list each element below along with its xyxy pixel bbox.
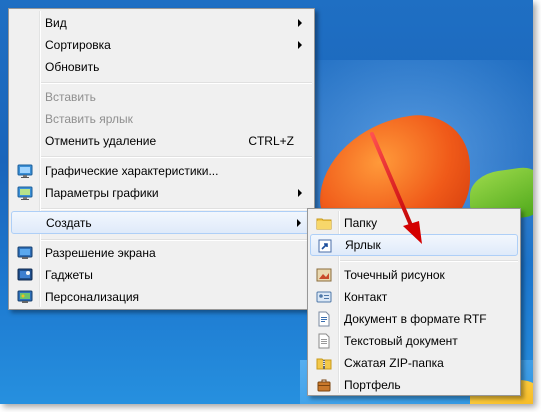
submenu-item-bitmap[interactable]: Точечный рисунок [310, 264, 518, 286]
menu-item-gadgets[interactable]: Гаджеты [11, 264, 312, 286]
text-document-icon [318, 333, 330, 349]
menu-separator [41, 156, 312, 158]
menu-item-personalization[interactable]: Персонализация [11, 286, 312, 308]
submenu-item-folder[interactable]: Папку [310, 212, 518, 234]
menu-item-label: Сжатая ZIP-папка [344, 356, 444, 370]
menu-separator [41, 208, 312, 210]
menu-separator [41, 239, 312, 241]
menu-item-view[interactable]: Вид [11, 12, 312, 34]
menu-item-label: Создать [46, 215, 92, 230]
submenu-item-zip-folder[interactable]: Сжатая ZIP-папка [310, 352, 518, 374]
menu-item-label: Документ в формате RTF [344, 312, 487, 326]
menu-item-label: Вставить [45, 90, 96, 104]
graphics-options-icon [17, 186, 33, 200]
submenu-item-briefcase[interactable]: Портфель [310, 374, 518, 396]
submenu-arrow-icon [298, 189, 302, 197]
menu-item-label: Отменить удаление [45, 134, 157, 148]
menu-separator [340, 260, 518, 262]
submenu-arrow-icon [298, 41, 302, 49]
menu-item-screen-resolution[interactable]: Разрешение экрана [11, 242, 312, 264]
submenu-item-text-document[interactable]: Текстовый документ [310, 330, 518, 352]
menu-item-label: Персонализация [45, 290, 140, 304]
rtf-document-icon [318, 311, 330, 327]
menu-item-label: Параметры графики [45, 186, 159, 200]
menu-item-label: Ярлык [345, 238, 381, 252]
shortcut-text: CTRL+Z [248, 134, 294, 148]
screen-resolution-icon [17, 246, 33, 259]
create-submenu: Папку Ярлык Точечный рисунок Контакт Док… [307, 208, 521, 396]
menu-item-paste: Вставить [11, 86, 312, 108]
shortcut-icon [318, 239, 332, 253]
menu-item-label: Точечный рисунок [344, 268, 445, 282]
graphics-properties-icon [17, 164, 33, 178]
briefcase-icon [317, 379, 331, 392]
submenu-item-shortcut[interactable]: Ярлык [310, 234, 518, 256]
menu-item-undo-delete[interactable]: Отменить удаление CTRL+Z [11, 130, 312, 152]
menu-item-label: Текстовый документ [344, 334, 458, 348]
menu-item-create[interactable]: Создать [11, 211, 312, 234]
menu-item-sort[interactable]: Сортировка [11, 34, 312, 56]
contact-icon [316, 291, 332, 303]
menu-separator [41, 82, 312, 84]
menu-item-label: Вид [45, 16, 67, 30]
menu-item-label: Гаджеты [45, 268, 93, 282]
folder-icon [316, 218, 332, 230]
menu-item-graphics-properties[interactable]: Графические характеристики... [11, 160, 312, 182]
submenu-item-rtf-document[interactable]: Документ в формате RTF [310, 308, 518, 330]
menu-item-label: Сортировка [45, 38, 111, 52]
menu-item-label: Графические характеристики... [45, 164, 219, 178]
submenu-arrow-icon [297, 219, 301, 227]
personalization-icon [17, 290, 33, 303]
menu-item-label: Обновить [45, 60, 100, 74]
menu-item-paste-shortcut: Вставить ярлык [11, 108, 312, 130]
submenu-arrow-icon [298, 19, 302, 27]
menu-item-label: Вставить ярлык [45, 112, 133, 126]
menu-item-graphics-options[interactable]: Параметры графики [11, 182, 312, 204]
gadgets-icon [17, 268, 33, 281]
menu-item-label: Портфель [344, 378, 401, 392]
menu-item-label: Контакт [344, 290, 388, 304]
zip-folder-icon [316, 358, 332, 370]
menu-item-refresh[interactable]: Обновить [11, 56, 312, 78]
bitmap-icon [316, 268, 332, 282]
menu-item-label: Папку [344, 216, 378, 230]
submenu-item-contact[interactable]: Контакт [310, 286, 518, 308]
menu-item-label: Разрешение экрана [45, 246, 156, 260]
desktop-context-menu: Вид Сортировка Обновить Вставить Вставит… [8, 8, 315, 310]
